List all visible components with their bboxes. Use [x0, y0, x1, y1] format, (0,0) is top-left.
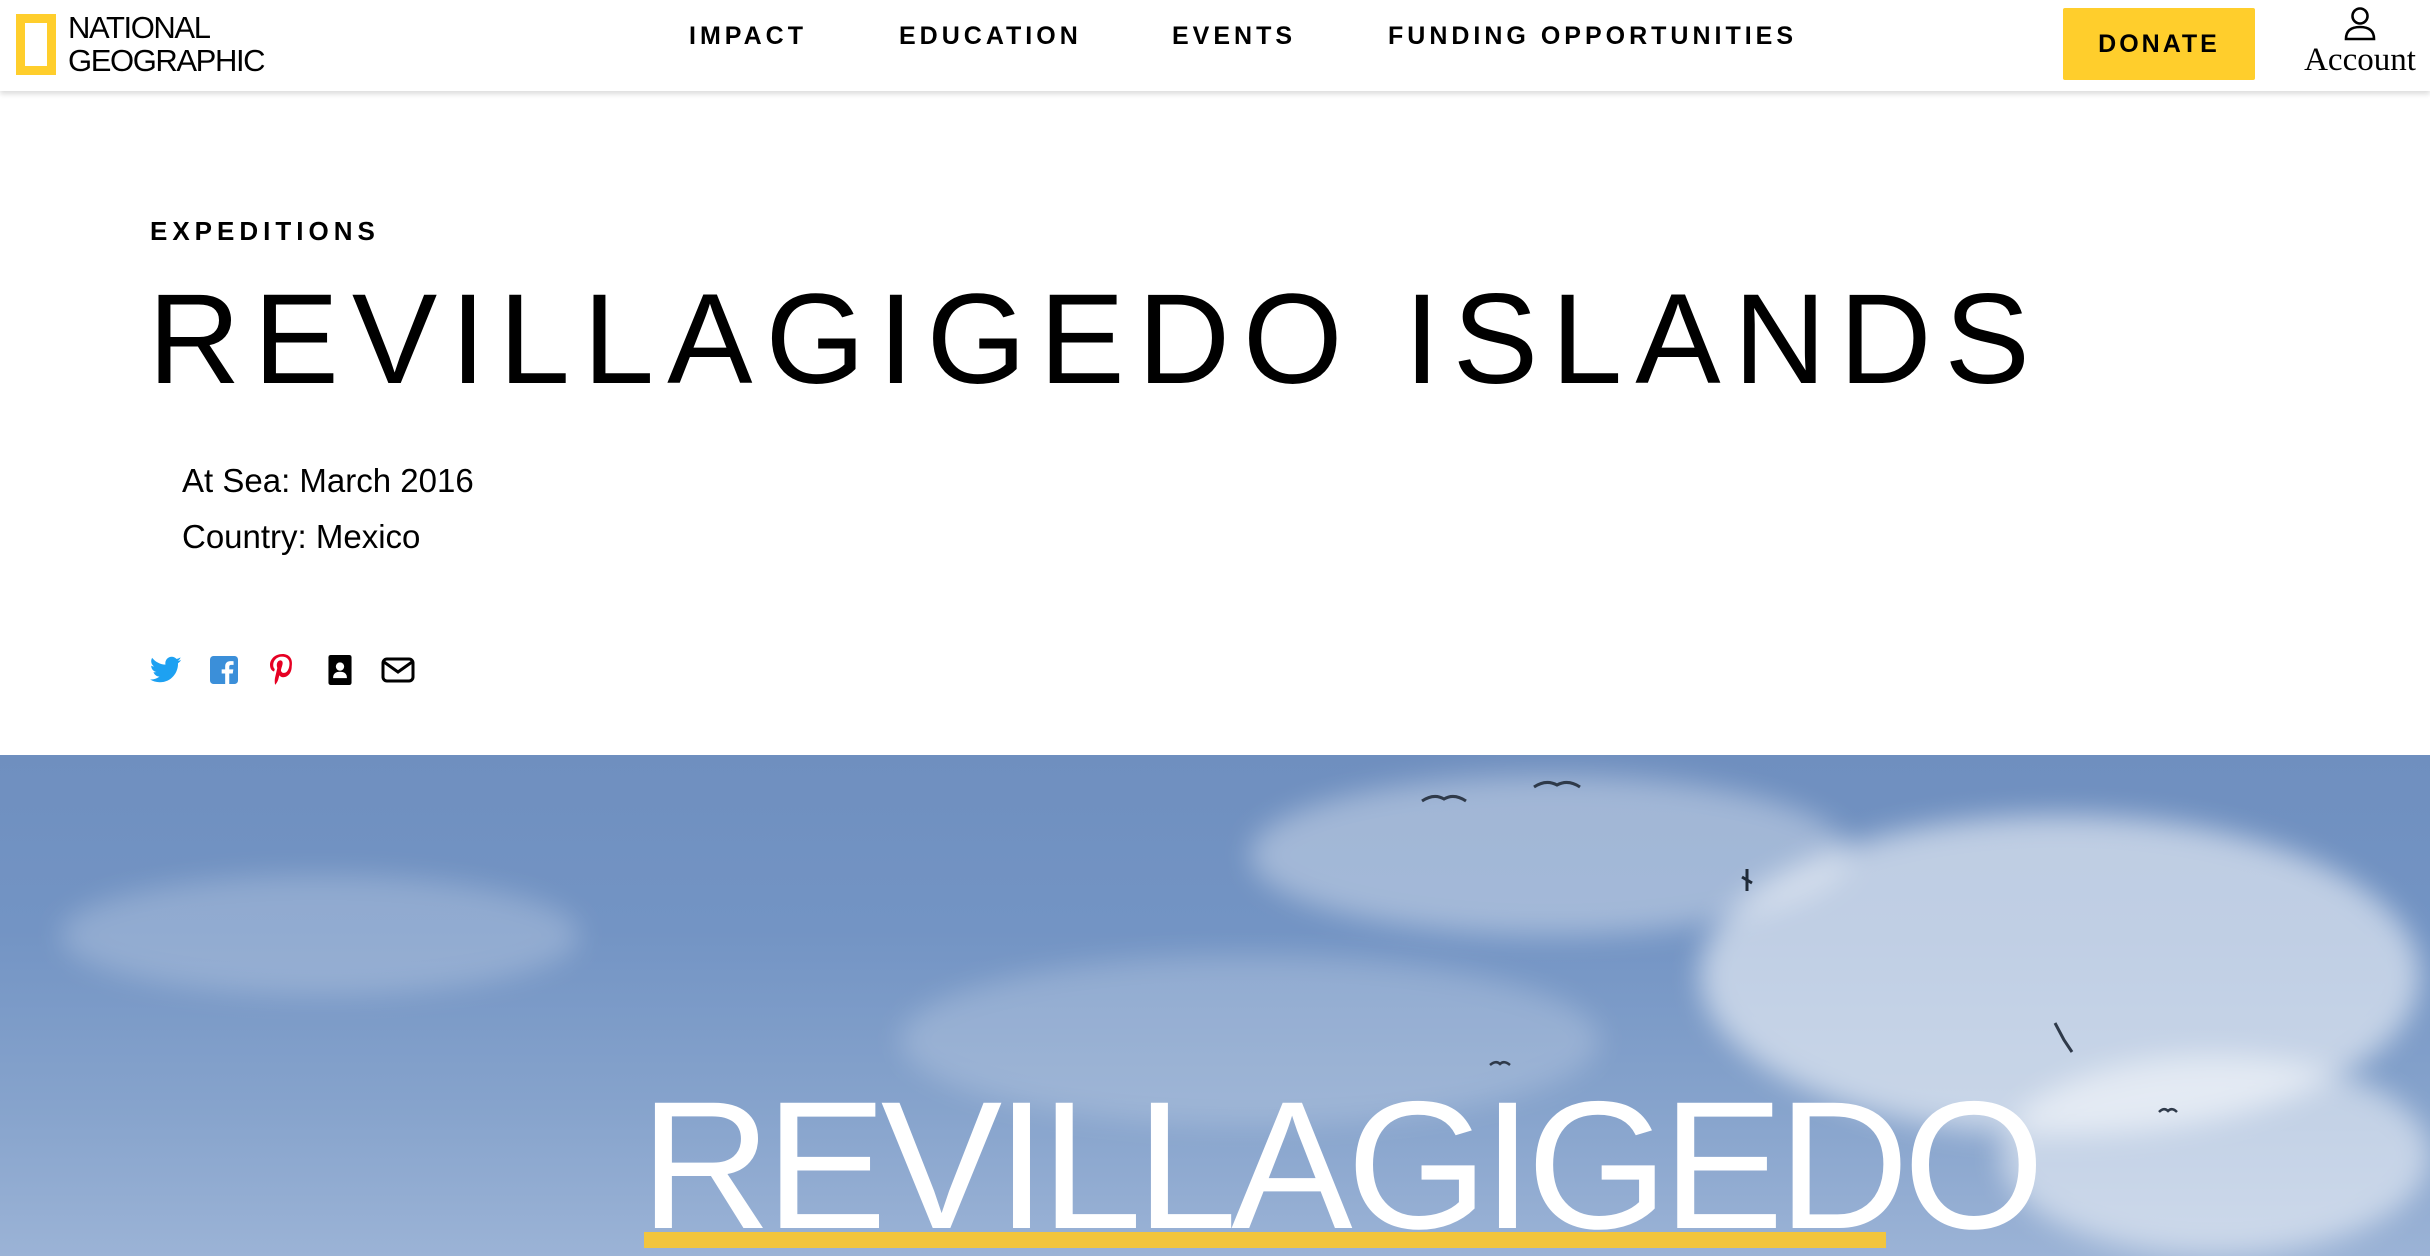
twitter-icon[interactable] [148, 652, 184, 688]
share-bar [148, 652, 438, 688]
section-kicker[interactable]: EXPEDITIONS [150, 216, 380, 247]
nav-education[interactable]: EDUCATION [899, 22, 1082, 51]
bird-icon [2158, 1108, 2178, 1113]
expedition-meta: At Sea: March 2016 Country: Mexico [182, 453, 474, 565]
page-title: REVILLAGIGEDO ISLANDS [148, 268, 2043, 411]
donate-button[interactable]: DONATE [2063, 8, 2255, 80]
logo-line-1: NATIONAL [68, 10, 211, 45]
logo-yellow-frame [16, 13, 56, 75]
logo-wordmark: NATIONAL GEOGRAPHIC [68, 10, 266, 78]
contact-card-icon[interactable] [322, 652, 358, 688]
site-header: NATIONAL GEOGRAPHIC IMPACT EDUCATION EVE… [0, 0, 2430, 91]
logo-line-2: GEOGRAPHIC [68, 43, 266, 78]
bird-icon [1533, 780, 1581, 789]
bird-icon [2053, 1022, 2074, 1053]
meta-date: At Sea: March 2016 [182, 462, 474, 499]
hero-overlay-title: REVILLAGIGEDO [640, 1063, 2045, 1256]
account-label: Account [2304, 42, 2416, 78]
account-button[interactable]: Account [2300, 6, 2420, 86]
bird-icon [1741, 869, 1753, 891]
facebook-icon[interactable] [206, 652, 242, 688]
hero-video-still[interactable]: REVILLAGIGEDO [0, 755, 2430, 1256]
meta-country: Country: Mexico [182, 518, 421, 555]
natgeo-logo[interactable]: NATIONAL GEOGRAPHIC [16, 7, 266, 81]
hero-title-underline [644, 1232, 1886, 1248]
email-icon[interactable] [380, 652, 416, 688]
bird-icon [1421, 794, 1467, 803]
nav-impact[interactable]: IMPACT [689, 22, 807, 51]
user-icon [2344, 7, 2376, 41]
nav-funding-opportunities[interactable]: FUNDING OPPORTUNITIES [1388, 22, 1797, 51]
sky-cloud [2000, 1055, 2430, 1255]
pinterest-icon[interactable] [264, 652, 300, 688]
sky-cloud [60, 875, 580, 995]
nav-events[interactable]: EVENTS [1172, 22, 1296, 51]
